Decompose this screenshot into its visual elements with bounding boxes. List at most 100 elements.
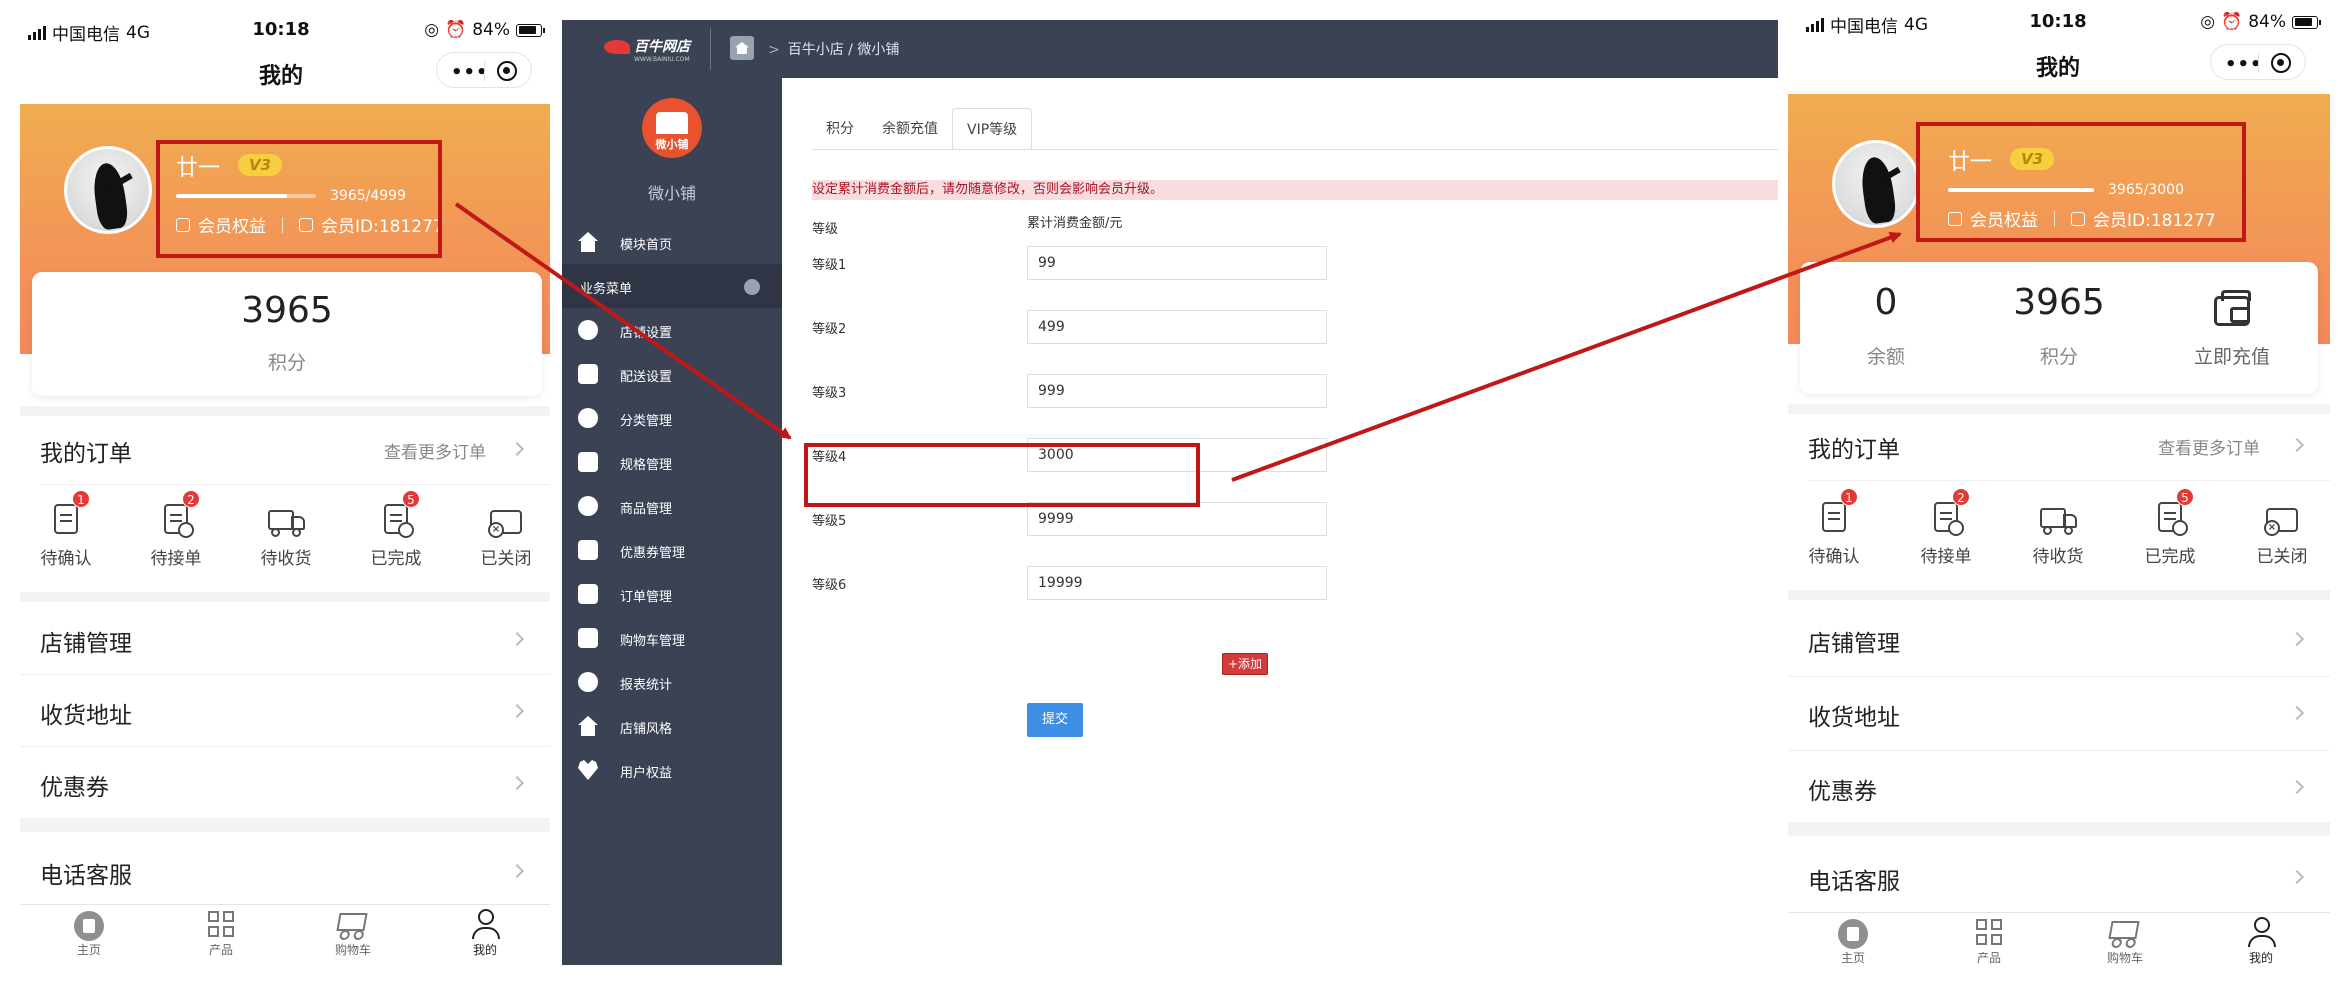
category-icon [578,408,598,428]
tab-vip-level[interactable]: VIP等级 [952,108,1033,150]
tab-home[interactable]: 主页 [54,909,124,958]
more-icon[interactable]: ••• [451,62,489,83]
highlight-box [156,140,442,258]
add-level-button[interactable]: +添加 [1222,653,1268,675]
level-label: 等级6 [812,578,847,593]
menu-coupons[interactable]: 优惠券 [40,768,109,802]
tab-mine[interactable]: 我的 [2226,917,2296,966]
menu-shop-manage[interactable]: 店铺管理 [1808,624,1900,658]
brand-logo[interactable]: 百牛网店 WWW.BAINIU.COM [604,36,690,63]
sidebar-item-coupon[interactable]: 优惠券管理 [562,528,782,572]
sidebar-item-delivery[interactable]: 配送设置 [562,352,782,396]
order-status-label: 待接单 [150,549,202,569]
sidebar-item-goods[interactable]: 商品管理 [562,484,782,528]
user-icon [471,909,500,941]
order-status-label: 已关闭 [2256,547,2308,567]
order-status-label: 待接单 [1920,547,1972,567]
order-status-pending-accept[interactable]: 2 待接单 [136,490,216,569]
battery-percent: 84% [2248,12,2286,32]
more-orders-link[interactable]: 查看更多订单 [2158,434,2260,459]
section-gap [20,818,550,832]
order-status-pending-receive[interactable]: 待收货 [246,500,326,569]
level-2-input[interactable] [1027,310,1327,344]
sidebar-item-cart[interactable]: 购物车管理 [562,616,782,660]
order-status-completed[interactable]: 5 已完成 [2130,488,2210,567]
order-status-pending-receive[interactable]: 待收货 [2018,498,2098,567]
wallet-icon[interactable] [2214,290,2251,326]
level-6-input[interactable] [1027,566,1327,600]
sidebar-item-shop-settings[interactable]: 店铺设置 [562,308,782,352]
coupon-icon [578,540,598,560]
order-status-label: 已完成 [2144,547,2196,567]
menu-address[interactable]: 收货地址 [1808,698,1900,732]
order-status-pending-confirm[interactable]: 1 待确认 [26,490,106,569]
menu-address[interactable]: 收货地址 [40,696,132,730]
points-value: 3965 [241,290,333,331]
tab-mine[interactable]: 我的 [450,909,520,958]
level-label: 等级2 [812,322,847,337]
level-3-input[interactable] [1027,374,1327,408]
recharge-link[interactable]: 立即充值 [2146,342,2318,369]
tab-products[interactable]: 产品 [1954,917,2024,966]
order-status-label: 待确认 [1808,547,1860,567]
status-right: ◎ ⏰ 84% [424,20,545,40]
avatar[interactable] [64,146,152,234]
home-icon [578,232,598,252]
chevron-right-icon: > [768,42,780,58]
order-status-pending-accept[interactable]: 2 待接单 [1906,488,1986,567]
order-badge: 1 [72,490,90,508]
order-status-label: 已关闭 [480,549,532,569]
order-status-closed[interactable]: × 已关闭 [2242,498,2322,567]
more-orders-link[interactable]: 查看更多订单 [384,438,486,463]
order-status-pending-confirm[interactable]: 1 待确认 [1794,488,1874,567]
tab-cart[interactable]: 购物车 [2090,917,2160,966]
order-status-closed[interactable]: × 已关闭 [466,500,546,569]
goods-icon [578,496,598,516]
heart-icon [578,760,598,780]
sidebar-group-business[interactable]: 业务菜单 [562,264,782,308]
order-badge: 2 [182,490,200,508]
tab-points[interactable]: 积分 [812,108,868,150]
cart-icon [336,913,368,931]
sidebar-item-category[interactable]: 分类管理 [562,396,782,440]
left-phone-screen: 中国电信 4G 10:18 ◎ ⏰ 84% 我的 ••• 廿一 V3 3965/… [0,0,562,982]
level-1-input[interactable] [1027,246,1327,280]
points-value: 3965 [2013,282,2105,323]
sidebar-item-spec[interactable]: 规格管理 [562,440,782,484]
menu-coupons[interactable]: 优惠券 [1808,772,1877,806]
submit-button[interactable]: 提交 [1027,703,1083,737]
tab-home[interactable]: 主页 [1818,917,1888,966]
menu-shop-manage[interactable]: 店铺管理 [40,624,132,658]
collapse-icon[interactable] [744,279,760,295]
chevron-right-icon [2289,779,2305,795]
menu-phone-service[interactable]: 电话客服 [1808,862,1900,896]
sidebar-item-user-rights[interactable]: 用户权益 [562,748,782,792]
orders-title: 我的订单 [1808,437,1900,463]
tab-products[interactable]: 产品 [186,909,256,958]
menu-phone-service[interactable]: 电话客服 [40,856,132,890]
clock-icon [1948,520,1964,536]
close-target-icon[interactable] [497,61,517,81]
order-badge: 2 [1952,488,1970,506]
pie-chart-icon [578,672,598,692]
divider [1808,480,2330,481]
level-label: 等级3 [812,386,847,401]
status-bar: 中国电信 4G 10:18 ◎ ⏰ 84% [0,8,562,48]
tab-cart[interactable]: 购物车 [318,909,388,958]
order-status-completed[interactable]: 5 已完成 [356,490,436,569]
more-icon[interactable]: ••• [2225,54,2263,75]
balance-value: 0 [1874,282,1898,323]
battery-percent: 84% [472,20,510,40]
sidebar-item-reports[interactable]: 报表统计 [562,660,782,704]
order-badge: 5 [2176,488,2194,506]
sidebar-item-orders[interactable]: 订单管理 [562,572,782,616]
document-icon [1822,502,1846,532]
close-target-icon[interactable] [2271,53,2291,73]
sidebar-item-home[interactable]: 模块首页 [562,220,782,264]
sidebar-item-style[interactable]: 店铺风格 [562,704,782,748]
home-icon[interactable] [730,36,754,60]
highlight-box [804,443,1200,507]
level-5-input[interactable] [1027,502,1327,536]
avatar[interactable] [1832,140,1920,228]
tab-balance-recharge[interactable]: 余额充值 [868,108,952,150]
